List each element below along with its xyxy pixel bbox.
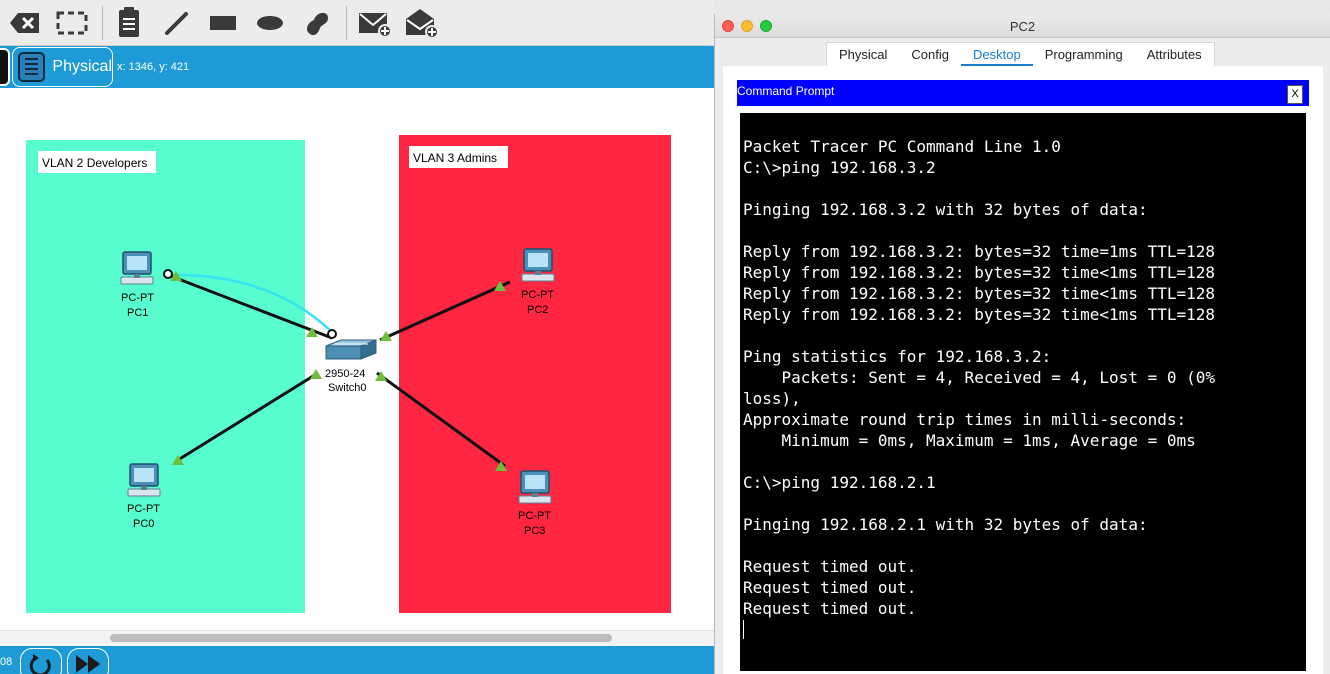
pc0-computer-icon[interactable] — [127, 463, 161, 497]
console-port-pc1 — [163, 269, 173, 279]
window-titlebar: PC2 — [715, 14, 1330, 38]
pc3-computer-icon[interactable] — [518, 470, 552, 504]
scrollbar-thumb[interactable] — [110, 634, 612, 642]
terminal-frame[interactable]: Packet Tracer PC Command Line 1.0 C:\>pi… — [737, 110, 1309, 674]
pc3-type-label: PC-PT — [518, 510, 551, 522]
vlan3-zone — [399, 135, 671, 613]
rack-icon — [18, 52, 46, 82]
pc1-computer-icon[interactable] — [120, 251, 154, 285]
console-port-switch — [327, 329, 337, 339]
main-toolbar — [0, 0, 714, 46]
rectangle-icon[interactable] — [204, 6, 242, 40]
fast-forward-icon — [76, 655, 100, 673]
vlan2-label: VLAN 2 Developers — [42, 156, 147, 170]
workspace-mode-bar: Physical x: 1346, y: 421 — [0, 46, 714, 88]
command-prompt-title: Command Prompt — [737, 84, 835, 98]
horizontal-scrollbar[interactable] — [0, 630, 714, 646]
tab-desktop[interactable]: Desktop — [961, 43, 1033, 66]
tab-programming[interactable]: Programming — [1033, 43, 1135, 66]
marquee-select-icon[interactable] — [53, 6, 91, 40]
pc0-type-label: PC-PT — [127, 503, 160, 515]
line-icon[interactable] — [157, 6, 195, 40]
tab-physical[interactable]: Physical — [827, 43, 899, 66]
switch0-name-label: Switch0 — [328, 382, 367, 394]
power-cycle-icon — [29, 654, 51, 674]
simulation-bar: 08 — [0, 646, 714, 674]
terminal-cursor — [743, 620, 744, 639]
port-up-indicator — [375, 371, 387, 381]
pc2-name-label: PC2 — [527, 304, 548, 316]
topology-canvas[interactable]: VLAN 2 Developers VLAN 3 Admins 2950-24 … — [0, 88, 714, 630]
pc2-window: PC2 Physical Config Desktop Programming … — [714, 14, 1330, 674]
window-title: PC2 — [1009, 19, 1036, 34]
cursor-coordinates: x: 1346, y: 421 — [117, 61, 190, 73]
physical-mode-button[interactable]: Physical — [12, 47, 113, 87]
time-display: 08 — [0, 656, 13, 668]
fast-forward-button[interactable] — [67, 648, 109, 674]
vlan3-label: VLAN 3 Admins — [413, 151, 497, 165]
physical-mode-label: Physical — [52, 58, 112, 75]
pc2-computer-icon[interactable] — [521, 248, 555, 282]
power-cycle-button[interactable] — [20, 648, 62, 674]
command-prompt-close-button[interactable]: X — [1287, 85, 1303, 104]
pc1-type-label: PC-PT — [121, 292, 154, 304]
vlan2-zone — [26, 140, 305, 613]
pc3-name-label: PC3 — [524, 525, 545, 537]
freeform-icon[interactable] — [298, 6, 336, 40]
delete-icon[interactable] — [6, 6, 44, 40]
command-prompt-titlebar: Command Prompt X — [737, 80, 1309, 106]
pc0-name-label: PC0 — [133, 518, 154, 530]
device-tabs: Physical Config Desktop Programming Attr… — [826, 42, 1215, 66]
ellipse-icon[interactable] — [251, 6, 289, 40]
switch0-icon[interactable] — [325, 339, 377, 360]
note-icon[interactable] — [110, 6, 148, 40]
pc1-name-label: PC1 — [127, 307, 148, 319]
tab-config[interactable]: Config — [899, 43, 961, 66]
tab-attributes[interactable]: Attributes — [1135, 43, 1214, 66]
add-complex-pdu-icon[interactable] — [403, 6, 441, 40]
terminal-output[interactable]: Packet Tracer PC Command Line 1.0 C:\>pi… — [743, 136, 1283, 619]
desktop-panel: Command Prompt X Packet Tracer PC Comman… — [723, 66, 1323, 674]
add-simple-pdu-icon[interactable] — [356, 6, 394, 40]
logical-mode-tab[interactable] — [0, 48, 10, 86]
pc2-type-label: PC-PT — [521, 289, 554, 301]
switch0-model-label: 2950-24 — [325, 368, 365, 380]
port-up-indicator — [310, 369, 322, 379]
